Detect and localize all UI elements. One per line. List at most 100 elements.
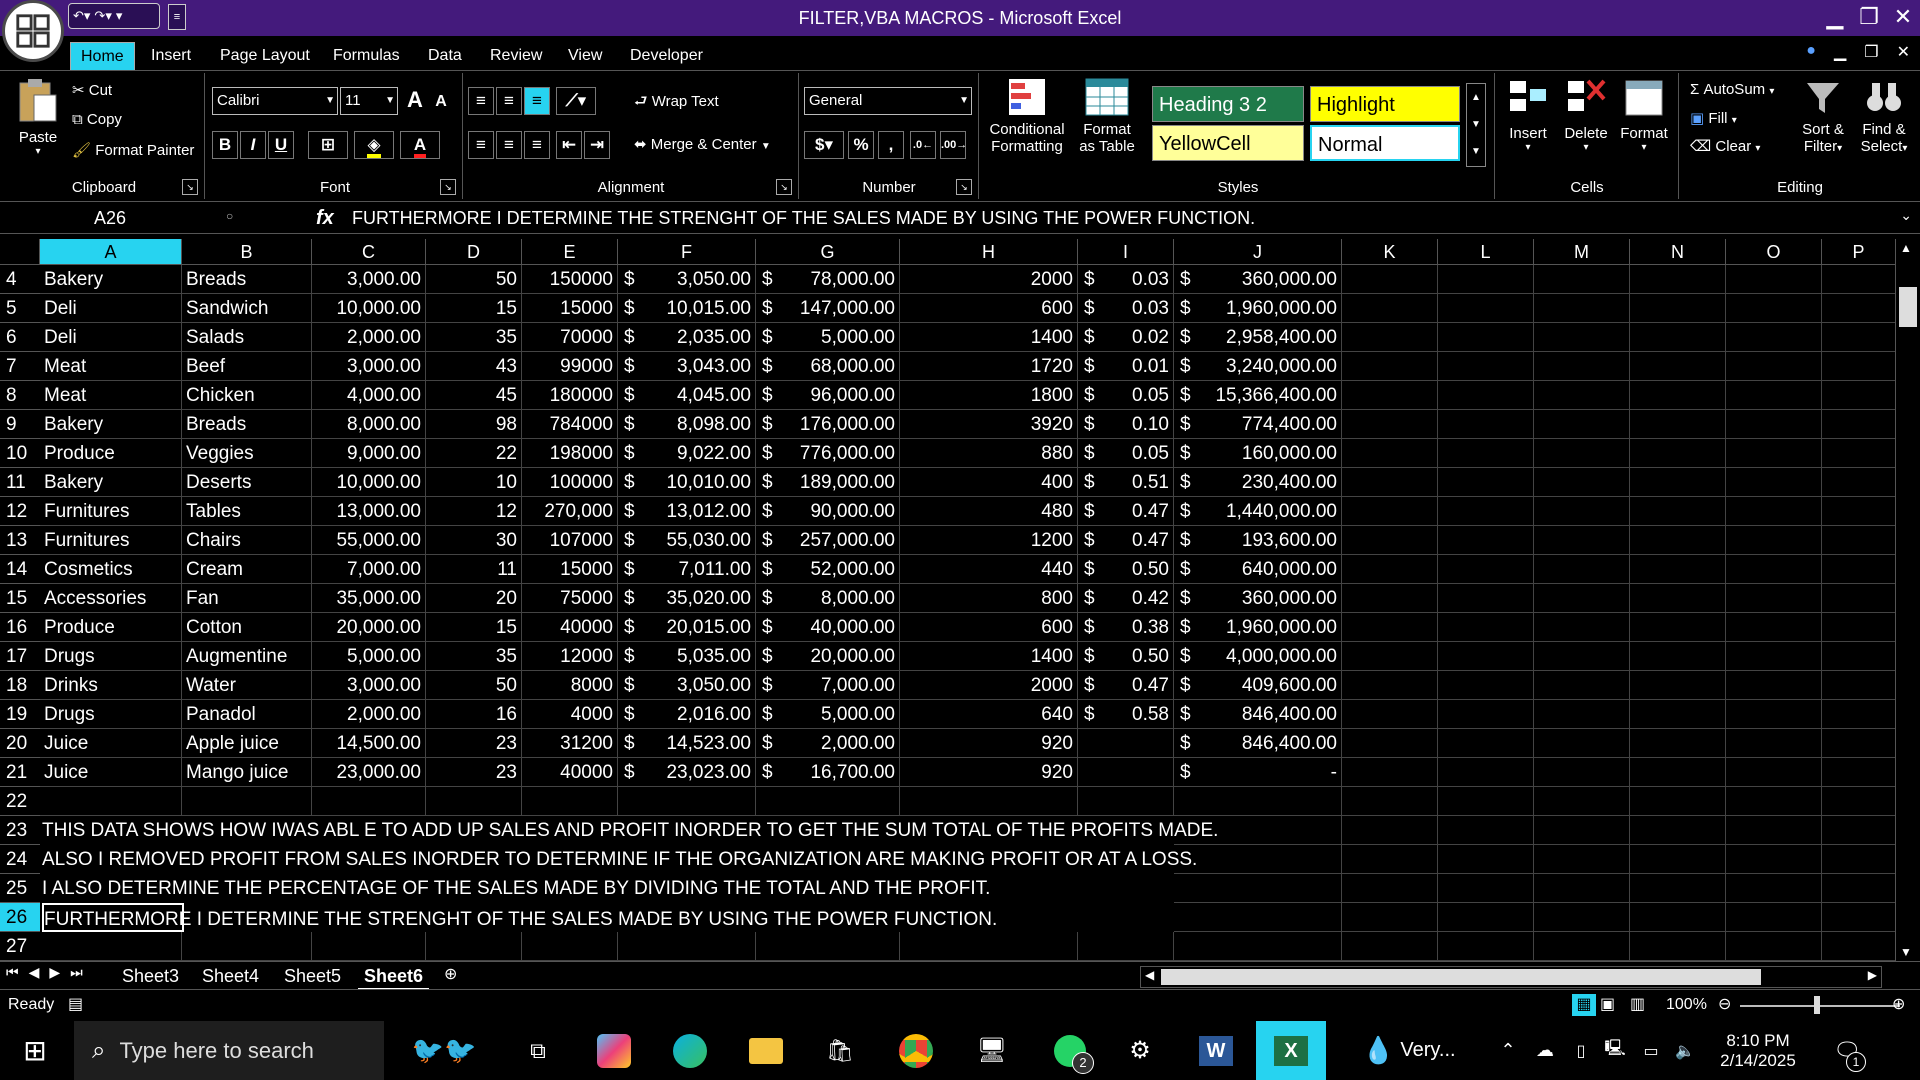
cell-h[interactable]: 920 <box>900 729 1078 758</box>
cell-c[interactable]: 55,000.00 <box>312 526 426 555</box>
cell-i[interactable] <box>1078 932 1174 961</box>
cell-b[interactable]: Deserts <box>182 468 312 497</box>
word-icon[interactable]: W <box>1194 1021 1238 1080</box>
cell-a[interactable]: Bakery <box>40 410 182 439</box>
cell-e[interactable]: 99000 <box>522 352 618 381</box>
column-header[interactable]: M <box>1534 239 1630 265</box>
scroll-up-icon[interactable]: ▲ <box>1900 241 1912 255</box>
edge-icon[interactable] <box>668 1021 712 1080</box>
row-header[interactable]: 13 <box>0 526 40 555</box>
row-header[interactable]: 6 <box>0 323 40 352</box>
cell-m[interactable] <box>1534 642 1630 671</box>
cell-c[interactable]: 10,000.00 <box>312 468 426 497</box>
cell-e[interactable]: 40000 <box>522 758 618 787</box>
row-header[interactable]: 11 <box>0 468 40 497</box>
cell-j[interactable]: 846,400.00 <box>1174 729 1342 758</box>
cell-g[interactable]: 16,700.00 <box>756 758 900 787</box>
autosum-button[interactable]: Σ AutoSum ▾ <box>1690 81 1774 98</box>
cell-f[interactable]: 20,015.00 <box>618 613 756 642</box>
cell-j[interactable]: 640,000.00 <box>1174 555 1342 584</box>
cell-c[interactable]: 7,000.00 <box>312 555 426 584</box>
cell-k[interactable] <box>1342 845 1438 874</box>
cell-m[interactable] <box>1534 410 1630 439</box>
cell-a[interactable]: Produce <box>40 439 182 468</box>
cell-a[interactable]: Juice <box>40 758 182 787</box>
cell-h[interactable] <box>900 787 1078 816</box>
align-center-icon[interactable]: ≡ <box>496 131 522 159</box>
cell-o[interactable] <box>1726 729 1822 758</box>
zoom-slider-thumb[interactable] <box>1814 996 1820 1014</box>
column-header[interactable]: L <box>1438 239 1534 265</box>
cell-f[interactable]: 14,523.00 <box>618 729 756 758</box>
note-cell[interactable]: I ALSO DETERMINE THE PERCENTAGE OF THE S… <box>42 874 990 903</box>
cell-d[interactable]: 22 <box>426 439 522 468</box>
fill-button[interactable]: ▣ Fill ▾ <box>1690 109 1737 127</box>
cell-f[interactable]: 8,098.00 <box>618 410 756 439</box>
cell-e[interactable]: 180000 <box>522 381 618 410</box>
cell-l[interactable] <box>1438 700 1534 729</box>
cell-l[interactable] <box>1438 468 1534 497</box>
cell-l[interactable] <box>1438 265 1534 294</box>
cell-k[interactable] <box>1342 265 1438 294</box>
zoom-in-icon[interactable]: ⊕ <box>1892 994 1905 1014</box>
cell-o[interactable] <box>1726 526 1822 555</box>
column-header[interactable]: P <box>1822 239 1896 265</box>
cell-h[interactable]: 600 <box>900 294 1078 323</box>
cell-c[interactable]: 3,000.00 <box>312 352 426 381</box>
cell-o[interactable] <box>1726 584 1822 613</box>
cell-c[interactable]: 3,000.00 <box>312 265 426 294</box>
find-select-button[interactable]: Find & Select▾ <box>1854 77 1914 155</box>
cell-e[interactable]: 107000 <box>522 526 618 555</box>
cell-a[interactable]: Deli <box>40 294 182 323</box>
row-header[interactable]: 16 <box>0 613 40 642</box>
cell-m[interactable] <box>1534 468 1630 497</box>
cell-p[interactable] <box>1822 613 1896 642</box>
cell-o[interactable] <box>1726 468 1822 497</box>
column-header[interactable]: B <box>182 239 312 265</box>
row-header[interactable]: 26 <box>0 903 40 932</box>
cell-j[interactable] <box>1174 845 1342 874</box>
cell-n[interactable] <box>1630 671 1726 700</box>
row-header[interactable]: 21 <box>0 758 40 787</box>
cell-m[interactable] <box>1534 294 1630 323</box>
column-header[interactable]: J <box>1174 239 1342 265</box>
column-header[interactable]: F <box>618 239 756 265</box>
cell-p[interactable] <box>1822 497 1896 526</box>
styles-scroll[interactable]: ▲ ▼ ▼ <box>1466 83 1486 167</box>
cell-m[interactable] <box>1534 584 1630 613</box>
cell-d[interactable]: 50 <box>426 265 522 294</box>
clock[interactable]: 8:10 PM 2/14/2025 <box>1706 1021 1810 1080</box>
cell-m[interactable] <box>1534 700 1630 729</box>
cell-k[interactable] <box>1342 816 1438 845</box>
cell-l[interactable] <box>1438 758 1534 787</box>
style-normal[interactable]: Normal <box>1310 125 1460 161</box>
weather-widget[interactable]: 💧 Very... <box>1354 1021 1464 1080</box>
cell-p[interactable] <box>1822 294 1896 323</box>
cell-b[interactable]: Cotton <box>182 613 312 642</box>
cell-g[interactable]: 147,000.00 <box>756 294 900 323</box>
select-all-corner[interactable] <box>0 239 40 265</box>
cell-h[interactable]: 1400 <box>900 642 1078 671</box>
cell-d[interactable]: 15 <box>426 294 522 323</box>
cell-f[interactable]: 4,045.00 <box>618 381 756 410</box>
note-cell[interactable]: FURTHERMORE I DETERMINE THE STRENGHT OF … <box>42 903 997 932</box>
cell-a[interactable]: Drinks <box>40 671 182 700</box>
cell-f[interactable]: 13,012.00 <box>618 497 756 526</box>
cell-g[interactable]: 90,000.00 <box>756 497 900 526</box>
sheet-tab-sheet3[interactable]: Sheet3 <box>116 964 185 988</box>
cell-i[interactable] <box>1078 729 1174 758</box>
cell-o[interactable] <box>1726 671 1822 700</box>
cell-g[interactable] <box>756 787 900 816</box>
cell-e[interactable]: 31200 <box>522 729 618 758</box>
cell-o[interactable] <box>1726 758 1822 787</box>
cell-n[interactable] <box>1630 932 1726 961</box>
column-header[interactable]: K <box>1342 239 1438 265</box>
restore-button[interactable]: ❐ <box>1852 0 1886 34</box>
cell-g[interactable]: 78,000.00 <box>756 265 900 294</box>
sheet-tab-sheet4[interactable]: Sheet4 <box>196 964 265 988</box>
file-explorer-icon[interactable] <box>744 1021 788 1080</box>
cell-g[interactable]: 40,000.00 <box>756 613 900 642</box>
cell-m[interactable] <box>1534 671 1630 700</box>
cell-o[interactable] <box>1726 816 1822 845</box>
cell-o[interactable] <box>1726 497 1822 526</box>
